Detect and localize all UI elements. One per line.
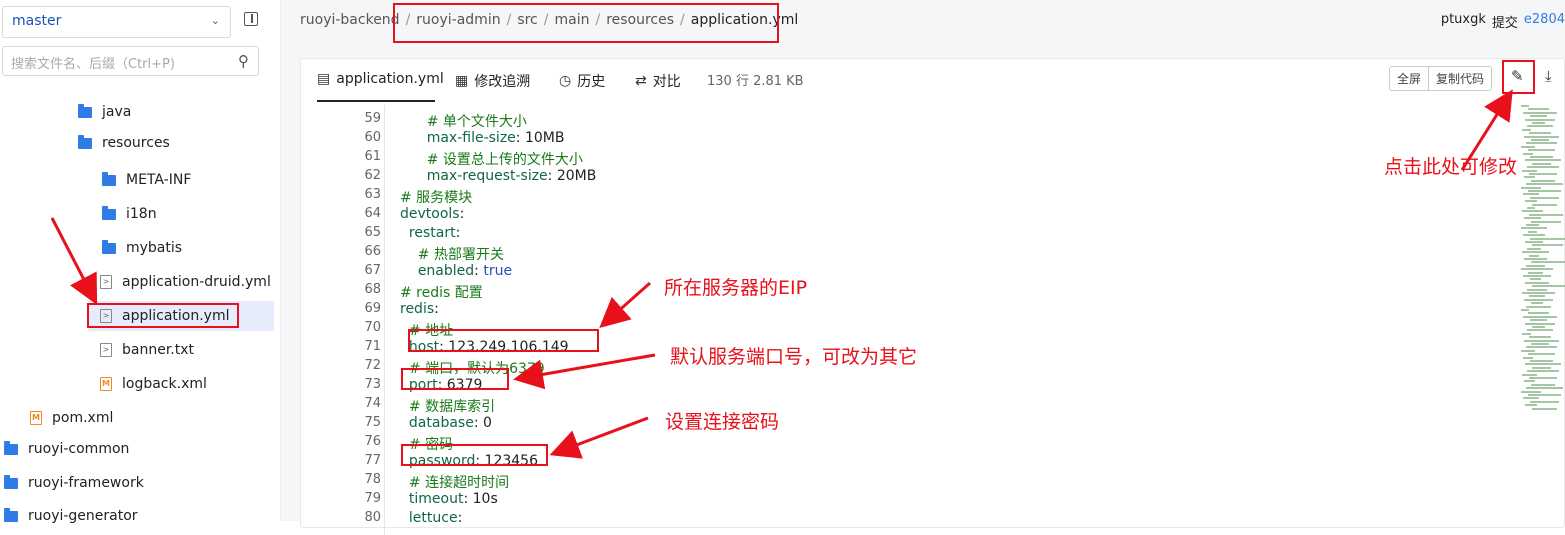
arrow-to-file: [50, 217, 98, 305]
arrow-to-host: [599, 281, 651, 328]
arrow-to-password: [549, 416, 649, 459]
arrow-to-edit: [1460, 89, 1513, 171]
arrow-to-port: [513, 353, 656, 390]
annotation-arrows: [50, 89, 1513, 459]
